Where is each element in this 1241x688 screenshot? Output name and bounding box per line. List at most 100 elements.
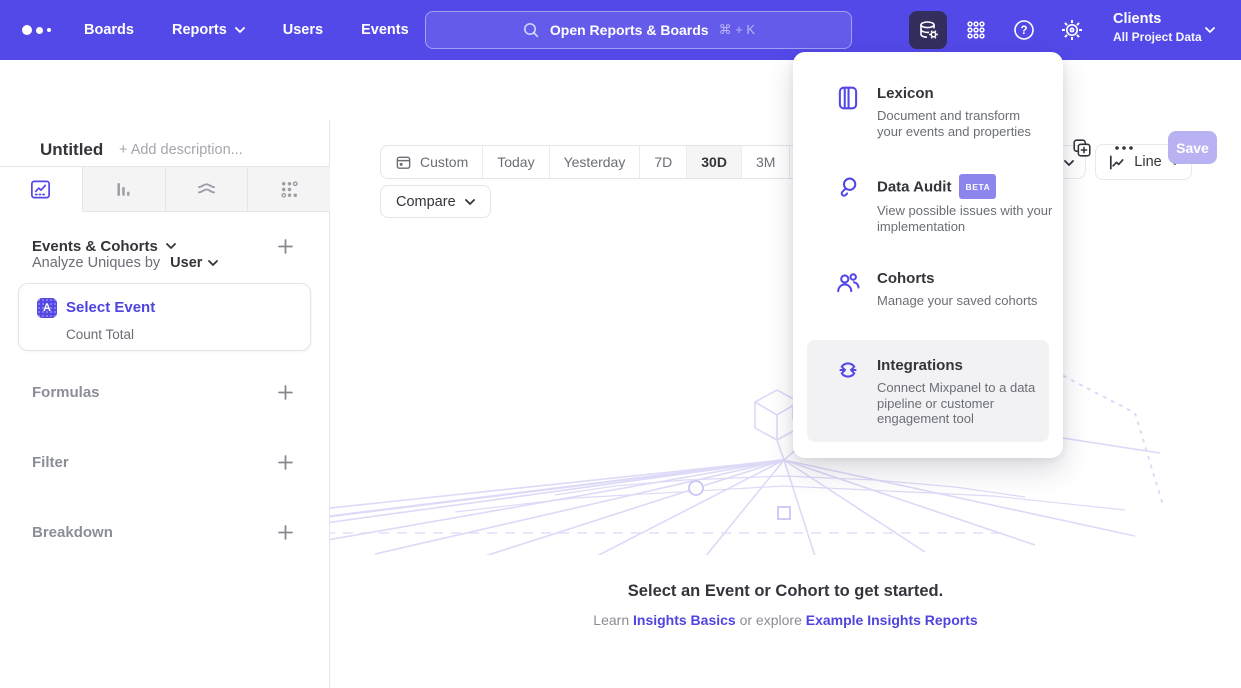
date-range-7d[interactable]: 7D [639,146,686,178]
empty-state-subtitle: Learn Insights Basics or explore Example… [330,612,1241,628]
empty-state-title: Select an Event or Cohort to get started… [330,582,1241,601]
bar-chart-icon [112,178,135,201]
calendar-icon [395,154,412,171]
count-total-label[interactable]: Count Total [66,327,134,342]
chart-type-tabs [0,166,330,212]
date-range-today[interactable]: Today [482,146,548,178]
date-range-label: 7D [654,154,672,170]
dot-grid-icon [278,178,301,201]
analyze-value-dropdown[interactable]: User [170,255,218,271]
date-range-custom[interactable]: Custom [381,146,482,178]
menu-item-description: Document and transform your events and p… [877,108,1045,139]
project-selector[interactable]: Clients All Project Data [1113,11,1202,44]
nav-links: Boards Reports Users Events [84,0,409,60]
menu-item-cohorts[interactable]: Cohorts Manage your saved cohorts [835,269,1037,309]
or-explore-text: or explore [740,612,802,628]
flow-icon [195,178,218,201]
plus-icon [278,525,293,540]
menu-item-integrations[interactable]: Integrations Connect Mixpanel to a data … [807,340,1049,442]
menu-item-description: Manage your saved cohorts [877,293,1037,309]
database-gear-icon [916,18,940,42]
tab-flow-chart[interactable] [166,167,249,212]
date-range-yesterday[interactable]: Yesterday [549,146,640,178]
add-formula-button[interactable] [278,385,293,400]
save-button[interactable]: Save [1168,131,1217,164]
nav-item-boards[interactable]: Boards [84,22,134,38]
nav-item-reports[interactable]: Reports [172,22,245,38]
analyze-label: Analyze Uniques by [32,255,160,271]
integrations-icon [835,357,861,427]
tab-bar-chart[interactable] [83,167,166,212]
date-range-label: Today [497,154,534,170]
select-event-card[interactable]: A Select Event Count Total [18,283,311,351]
compare-dropdown[interactable]: Compare [380,185,491,218]
menu-item-lexicon[interactable]: Lexicon Document and transform your even… [835,84,1045,139]
breakdown-row: Breakdown [0,515,330,549]
beta-badge: BETA [959,174,996,199]
menu-item-title: Cohorts [877,269,1037,289]
menu-item-description: Connect Mixpanel to a data pipeline or c… [877,380,1051,427]
integrations-row: Integrations Connect Mixpanel to a data … [835,356,1051,427]
help-button[interactable]: ? [1005,11,1043,49]
add-filter-button[interactable] [278,455,293,470]
add-description-field[interactable]: + Add description... [119,142,243,158]
menu-item-title: Data AuditBETA [877,174,1065,199]
cohorts-icon [835,270,861,309]
menu-item-title: Integrations [877,356,1051,376]
example-insights-reports-link[interactable]: Example Insights Reports [806,612,978,628]
query-builder-sidebar: Analyze Uniques by User [0,120,330,688]
date-range-30d[interactable]: 30D [686,146,741,178]
data-management-menu: Lexicon Document and transform your even… [793,52,1063,458]
analyze-row: Analyze Uniques by User [32,255,218,271]
nav-item-label: Boards [84,22,134,38]
ellipsis-icon [1112,140,1136,156]
menu-item-title: Lexicon [877,84,1045,104]
account-title: Clients [1113,11,1202,27]
nav-item-events[interactable]: Events [361,22,409,38]
add-breakdown-button[interactable] [278,525,293,540]
nav-item-label: Events [361,22,409,38]
lexicon-icon [835,85,861,139]
data-management-button[interactable] [909,11,947,49]
settings-button[interactable] [1053,11,1091,49]
nav-item-label: Reports [172,22,227,38]
analyze-value: User [170,255,202,271]
date-range-control: Custom Today Yesterday 7D 30D 3M 6M [380,145,839,179]
account-subtitle: All Project Data [1113,30,1202,44]
add-event-button[interactable] [278,239,293,254]
select-event-label[interactable]: Select Event [66,299,155,316]
report-title[interactable]: Untitled [40,140,103,160]
tab-metrics[interactable] [248,167,330,212]
learn-prefix: Learn [593,612,629,628]
filter-label: Filter [32,454,69,471]
date-range-3m[interactable]: 3M [741,146,789,178]
nav-item-users[interactable]: Users [283,22,323,38]
chart-type-label: Line [1134,154,1161,170]
date-range-label: Custom [420,154,468,170]
chevron-down-icon [465,199,475,205]
date-range-label: 30D [701,154,727,170]
event-letter-badge: A [37,298,57,318]
grid-dots-icon [964,18,988,42]
search-input[interactable]: Open Reports & Boards ⌘ + K [425,11,852,49]
gear-icon [1060,18,1084,42]
plus-icon [278,455,293,470]
more-options-button[interactable] [1112,140,1136,156]
duplicate-button[interactable] [1071,137,1093,159]
menu-item-data-audit[interactable]: Data AuditBETA View possible issues with… [835,174,1065,234]
mixpanel-logo[interactable] [22,25,51,35]
search-shortcut: ⌘ + K [719,22,756,38]
formulas-label: Formulas [32,384,100,401]
menu-item-description: View possible issues with your implement… [877,203,1065,234]
breakdown-label: Breakdown [32,524,113,541]
apps-grid-button[interactable] [957,11,995,49]
tab-line-chart[interactable] [0,167,83,212]
date-range-label: Yesterday [564,154,626,170]
chevron-down-icon [1064,160,1074,166]
events-cohorts-header[interactable]: Events & Cohorts [32,238,176,255]
insights-basics-link[interactable]: Insights Basics [633,612,736,628]
search-placeholder: Open Reports & Boards [550,22,709,38]
line-chart-icon [29,178,52,201]
plus-icon [278,385,293,400]
top-nav: Boards Reports Users Events Open Reports… [0,0,1241,60]
